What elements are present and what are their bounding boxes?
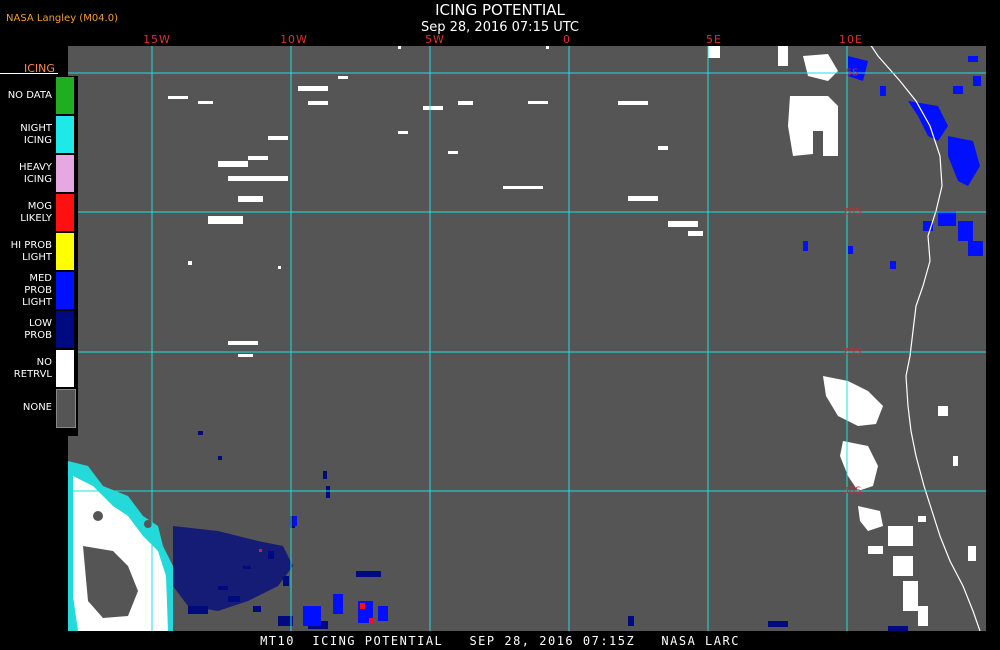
lat-label-25s: 25S [842, 346, 862, 358]
legend-divider [0, 73, 58, 74]
legend-swatch [56, 77, 74, 114]
low-prob-region-south [173, 431, 908, 631]
legend-item-no-retrvl: NO RETRVL [0, 349, 78, 388]
legend-swatch [56, 194, 74, 231]
satellite-map[interactable] [68, 46, 986, 631]
legend-item-mog-likely: MOG LIKELY [0, 193, 78, 232]
product-title: ICING POTENTIAL [435, 1, 565, 19]
legend-label: NONE [22, 401, 52, 413]
legend-label: NO RETRVL [13, 356, 52, 380]
cloud-region-southwest [68, 461, 173, 631]
lon-label-0: 0 [563, 33, 571, 46]
no-retrieval-patch-northeast [788, 54, 838, 156]
lat-label-5s: 5S [845, 67, 859, 79]
legend-label: HEAVY ICING [19, 161, 52, 185]
lat-label-30s: 30S [842, 485, 862, 497]
legend-item-none: NONE [0, 388, 78, 428]
legend-item-med-prob-light: MED PROB LIGHT [0, 271, 78, 310]
legend-item-hi-prob-light: HI PROB LIGHT [0, 232, 78, 271]
footer-caption: MT10 ICING POTENTIAL SEP 28, 2016 07:15Z… [260, 634, 740, 648]
lon-label-10e: 10E [839, 33, 863, 46]
legend-label: LOW PROB [24, 317, 52, 341]
lon-label-15w: 15W [143, 33, 171, 46]
legend-swatch [56, 116, 74, 153]
icing-legend: NO DATA NIGHT ICING HEAVY ICING MOG LIKE… [0, 76, 78, 436]
legend-swatch [56, 272, 74, 309]
lon-label-5w: 5W [425, 33, 445, 46]
legend-item-night-icing: NIGHT ICING [0, 115, 78, 154]
lon-label-5e: 5E [706, 33, 722, 46]
med-prob-region-east [803, 56, 983, 269]
no-retrieval-specks-northwest [168, 46, 828, 357]
legend-swatch [56, 155, 74, 192]
legend-label: NO DATA [7, 89, 52, 101]
legend-swatch [56, 311, 74, 348]
legend-swatch [56, 350, 74, 387]
map-canvas [68, 46, 986, 631]
no-retrieval-region-east [823, 376, 976, 626]
legend-label: NIGHT ICING [20, 122, 52, 146]
legend-label: MED PROB LIGHT [22, 272, 52, 308]
lon-label-10w: 10W [280, 33, 308, 46]
legend-item-no-data: NO DATA [0, 76, 78, 115]
legend-label: MOG LIKELY [20, 200, 52, 224]
legend-label: HI PROB LIGHT [10, 239, 52, 263]
legend-swatch [56, 233, 74, 270]
legend-swatch [56, 389, 76, 428]
legend-item-low-prob: LOW PROB [0, 310, 78, 349]
lat-label-20s: 20S [842, 206, 862, 218]
legend-item-heavy-icing: HEAVY ICING [0, 154, 78, 193]
